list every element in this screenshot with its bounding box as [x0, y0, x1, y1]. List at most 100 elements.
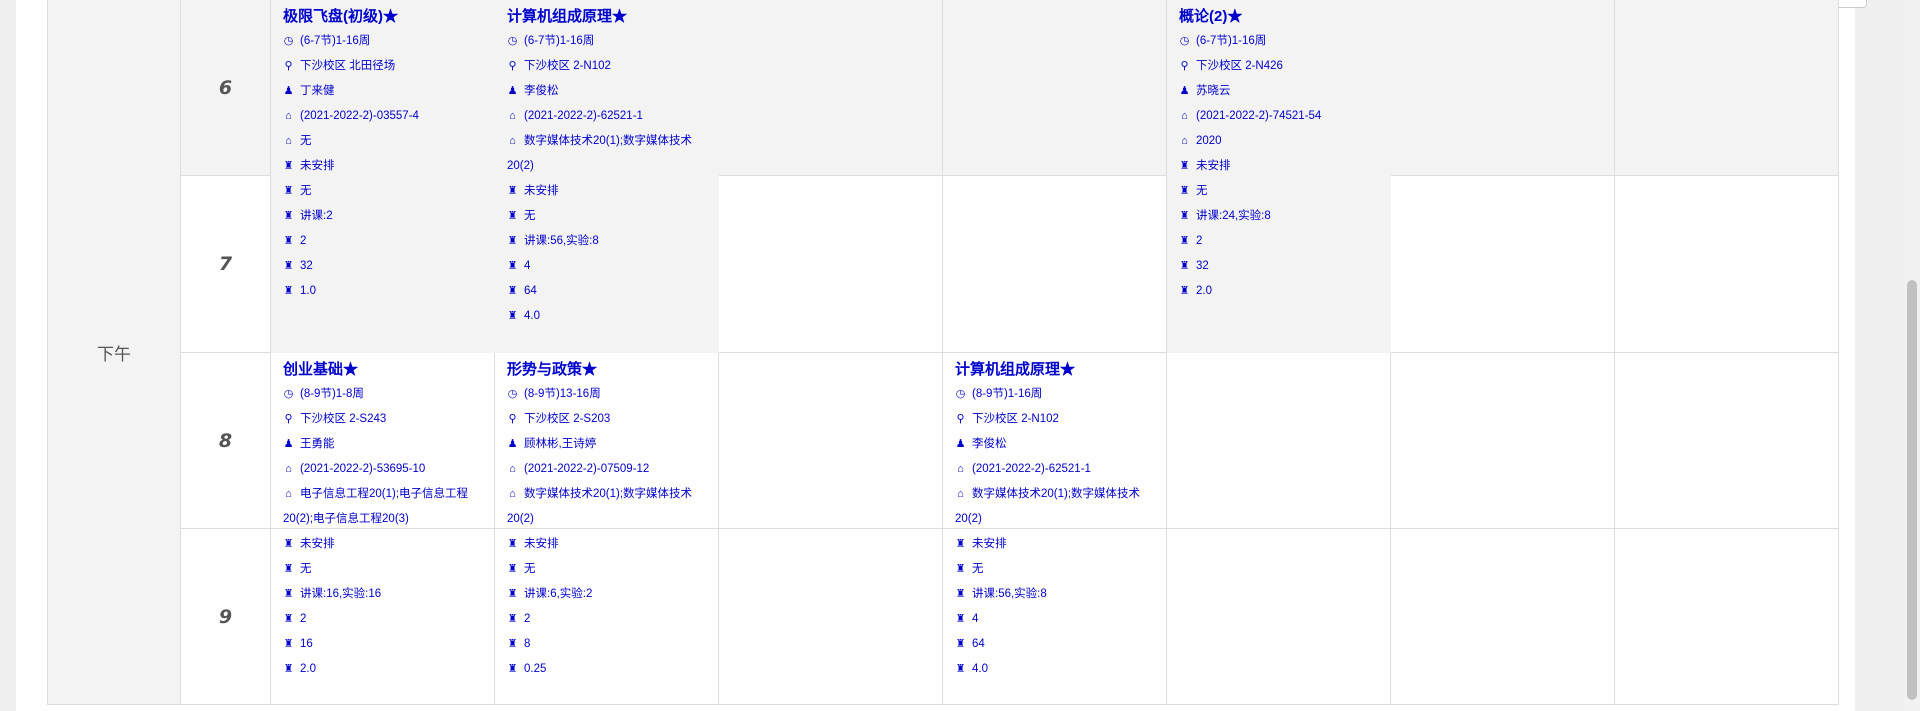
course-title[interactable]: 计算机组成原理★ [507, 4, 707, 29]
course-detail-line: ⚲ 下沙校区 2-N426 [1179, 54, 1379, 79]
course-detail-text: 2 [1196, 235, 1203, 247]
course-title[interactable]: 极限飞盘(初级)★ [283, 4, 483, 29]
course-detail-line: ⌂ 电子信息工程20(1);电子信息工程20(2);电子信息工程20(3) [283, 482, 483, 532]
course-name: 极限飞盘(初级) [283, 8, 383, 25]
course-detail-text: (2021-2022-2)-74521-54 [1196, 110, 1322, 122]
timetable-cell [1391, 529, 1615, 705]
course-detail-text: (8-9节)13-16周 [524, 388, 601, 400]
clock-icon: ◷ [283, 388, 294, 400]
course-detail-line: ⌂ 数字媒体技术20(1);数字媒体技术20(2) [507, 482, 707, 532]
course-detail-line: ♜ 讲课:56,实验:8 [507, 229, 707, 254]
course-detail-line: ♜ 2 [1179, 229, 1379, 254]
user-icon: ♟ [507, 85, 518, 97]
home-icon: ⌂ [957, 463, 964, 475]
course-block[interactable]: 形势与政策★ ◷ (8-9节)13-16周 ⚲ 下沙校区 2-S203 ♟ 顾林彬,王诗婷 ⌂… [495, 353, 719, 705]
course-detail-line: ⌂ (2021-2022-2)-62521-1 [955, 457, 1155, 482]
course-detail-text: 4 [972, 613, 979, 625]
course-block[interactable]: 创业基础★ ◷ (8-9节)1-8周 ⚲ 下沙校区 2-S243 ♟ 王勇能 ⌂ (2021-2… [271, 353, 495, 705]
course-detail-text: 讲课:16,实验:16 [300, 588, 382, 600]
course-detail-text: 讲课:2 [300, 210, 333, 222]
course-detail-line: ♜ 未安排 [507, 532, 707, 557]
star-icon: ★ [582, 361, 598, 378]
course-detail-line: ♜ 2 [507, 607, 707, 632]
course-detail-text: 4.0 [524, 310, 540, 322]
course-detail-text: 1.0 [300, 285, 316, 297]
map-marker-icon: ⚲ [508, 413, 517, 425]
tower-icon: ♜ [955, 663, 966, 675]
tower-icon: ♜ [1179, 260, 1190, 272]
course-detail-text: (2021-2022-2)-62521-1 [524, 110, 643, 122]
user-icon: ♟ [507, 438, 518, 450]
course-detail-line: ♜ 讲课:24,实验:8 [1179, 204, 1379, 229]
timetable-cell [1167, 529, 1391, 705]
course-detail-text: 下沙校区 2-N426 [1196, 60, 1283, 72]
course-detail-line: ⌂ (2021-2022-2)-53695-10 [283, 457, 483, 482]
tower-icon: ♜ [1179, 285, 1190, 297]
course-detail-text: 8 [524, 638, 531, 650]
course-detail-text: (2021-2022-2)-03557-4 [300, 110, 419, 122]
tower-icon: ♜ [283, 638, 294, 650]
course-title[interactable]: 概论(2)★ [1179, 4, 1379, 29]
course-detail-line: ♟ 丁来健 [283, 79, 483, 104]
home-icon: ⌂ [509, 110, 516, 122]
course-detail-line: ♟ 顾林彬,王诗婷 [507, 432, 707, 457]
course-detail-text: 0.25 [524, 663, 547, 675]
tower-icon: ♜ [283, 210, 294, 222]
course-block[interactable]: 计算机组成原理★ ◷ (6-7节)1-16周 ⚲ 下沙校区 2-N102 ♟ 李俊松 ⌂ (20… [495, 0, 719, 353]
course-detail-text: 讲课:6,实验:2 [524, 588, 593, 600]
period-number: 6 [181, 0, 271, 176]
course-detail-text: 未安排 [524, 185, 559, 197]
tower-icon: ♜ [283, 160, 294, 172]
course-detail-text: 讲课:56,实验:8 [524, 235, 599, 247]
course-detail-line: ♜ 2 [283, 229, 483, 254]
course-detail-text: 4 [524, 260, 531, 272]
course-detail-text: 未安排 [300, 160, 335, 172]
course-block[interactable]: 计算机组成原理★ ◷ (8-9节)1-16周 ⚲ 下沙校区 2-N102 ♟ 李俊松 ⌂ (20… [943, 353, 1167, 705]
timetable-cell [1391, 0, 1615, 176]
course-detail-line: ♜ 32 [1179, 254, 1379, 279]
tower-icon: ♜ [283, 185, 294, 197]
tower-icon: ♜ [283, 663, 294, 675]
period-number: 8 [181, 353, 271, 529]
course-detail-line: ♜ 64 [507, 279, 707, 304]
course-detail-line: ⌂ (2021-2022-2)-07509-12 [507, 457, 707, 482]
user-icon: ♟ [283, 85, 294, 97]
tower-icon: ♜ [507, 260, 518, 272]
scrollbar-thumb[interactable] [1907, 280, 1917, 700]
map-marker-icon: ⚲ [956, 413, 965, 425]
clock-icon: ◷ [1179, 35, 1190, 47]
course-detail-line: ♟ 李俊松 [955, 432, 1155, 457]
course-block[interactable]: 概论(2)★ ◷ (6-7节)1-16周 ⚲ 下沙校区 2-N426 ♟ 苏晓云 ⌂ (2021… [1167, 0, 1391, 353]
course-block[interactable]: 极限飞盘(初级)★ ◷ (6-7节)1-16周 ⚲ 下沙校区 北田径场 ♟ 丁来健 ⌂ (202… [271, 0, 495, 353]
course-detail-line: ♟ 苏晓云 [1179, 79, 1379, 104]
course-detail-text: 顾林彬,王诗婷 [524, 438, 597, 450]
tower-icon: ♜ [955, 613, 966, 625]
course-detail-text: 电子信息工程20(1);电子信息工程20(2);电子信息工程20(3) [283, 488, 469, 525]
course-title[interactable]: 计算机组成原理★ [955, 357, 1155, 382]
tower-icon: ♜ [1179, 160, 1190, 172]
star-icon: ★ [383, 8, 399, 25]
course-detail-line: ⌂ 2020 [1179, 129, 1379, 154]
session-label-afternoon: 下午 [47, 0, 181, 705]
course-detail-line: ♜ 讲课:56,实验:8 [955, 582, 1155, 607]
course-detail-text: 16 [300, 638, 313, 650]
tower-icon: ♜ [507, 235, 518, 247]
course-detail-line: ♜ 未安排 [1179, 154, 1379, 179]
home-icon: ⌂ [285, 135, 292, 147]
course-detail-line: ♜ 2.0 [283, 657, 483, 682]
course-detail-text: (2021-2022-2)-07509-12 [524, 463, 650, 475]
course-title[interactable]: 创业基础★ [283, 357, 483, 382]
course-detail-line: ♜ 8 [507, 632, 707, 657]
course-detail-line: ♜ 无 [507, 204, 707, 229]
course-title[interactable]: 形势与政策★ [507, 357, 707, 382]
tower-icon: ♜ [283, 285, 294, 297]
course-detail-text: 32 [1196, 260, 1209, 272]
clock-icon: ◷ [507, 388, 518, 400]
tower-icon: ♜ [955, 588, 966, 600]
tower-icon: ♜ [507, 663, 518, 675]
tower-icon: ♜ [1179, 235, 1190, 247]
tower-icon: ♜ [507, 588, 518, 600]
course-detail-line: ♜ 无 [1179, 179, 1379, 204]
tower-icon: ♜ [507, 185, 518, 197]
period-number: 9 [181, 529, 271, 705]
